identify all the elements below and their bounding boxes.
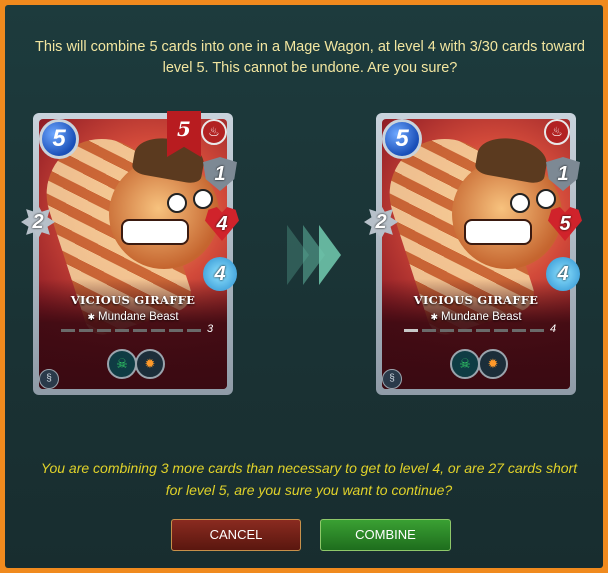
card-type: ✱ Mundane Beast (33, 311, 233, 323)
mana-cost: 5 (39, 119, 79, 159)
fire-icon: ♨ (201, 119, 227, 145)
card-level: 3 (207, 323, 214, 335)
set-icon: § (39, 369, 59, 389)
level-progress (404, 329, 544, 333)
enrage-icon: ✹ (478, 349, 508, 379)
confirmation-message: This will combine 5 cards into one in a … (35, 39, 585, 76)
card-before: 5 ♨ 5 1 4 4 2 VICIOUS GIRAFFE ✱ Mundane B… (21, 111, 239, 395)
card-type: ✱ Mundane Beast (376, 311, 576, 323)
warning-message: You are combining 3 more cards than nece… (40, 460, 578, 498)
card-art (382, 119, 570, 389)
fire-icon: ♨ (544, 119, 570, 145)
transform-arrow-icon (287, 225, 347, 285)
speed-stat: 4 (203, 257, 237, 291)
combine-dialog: This will combine 5 cards into one in a … (5, 5, 603, 568)
poison-icon: ☠ (107, 349, 137, 379)
card-name: VICIOUS GIRAFFE (413, 293, 539, 307)
card-art (39, 119, 227, 389)
speed-stat: 4 (546, 257, 580, 291)
card-level: 4 (550, 323, 557, 335)
level-progress (61, 329, 201, 333)
card-type-label: Mundane Beast (97, 311, 179, 323)
set-icon: § (382, 369, 402, 389)
paw-icon: ✱ (430, 312, 438, 322)
paw-icon: ✱ (87, 312, 95, 322)
card-after: 5 ♨ 1 5 4 2 VICIOUS GIRAFFE ✱ Mundane Bea… (364, 113, 582, 395)
poison-icon: ☠ (450, 349, 480, 379)
enrage-icon: ✹ (135, 349, 165, 379)
card-name: VICIOUS GIRAFFE (70, 293, 196, 307)
cancel-button[interactable]: CANCEL (171, 519, 301, 551)
card-type-label: Mundane Beast (440, 311, 522, 323)
combine-button[interactable]: COMBINE (320, 519, 451, 551)
mana-cost: 5 (382, 119, 422, 159)
